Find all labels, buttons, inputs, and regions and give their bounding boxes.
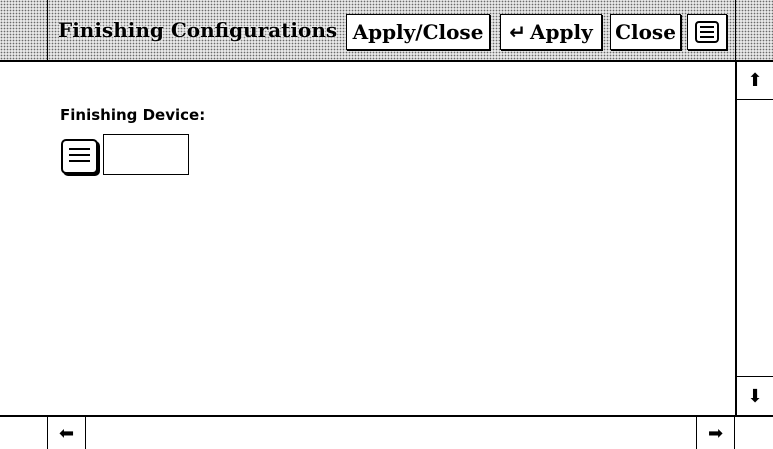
apply-button[interactable]: ↵ Apply xyxy=(500,14,602,50)
window-menu-button[interactable] xyxy=(687,14,727,50)
scroll-left-button[interactable]: ⬅ xyxy=(48,417,86,449)
apply-button-label: Apply xyxy=(530,20,593,44)
finishing-device-menu-icon[interactable] xyxy=(61,139,98,174)
arrow-down-icon: ⬇ xyxy=(747,385,763,407)
close-button[interactable]: Close xyxy=(610,14,681,50)
scroll-right-button[interactable]: ➡ xyxy=(696,417,735,449)
scroll-up-button[interactable]: ⬆ xyxy=(735,62,773,100)
apply-close-button[interactable]: Apply/Close xyxy=(346,14,490,50)
return-arrow-icon: ↵ xyxy=(509,20,527,44)
vertical-scrollbar[interactable] xyxy=(735,62,773,415)
arrow-up-icon: ⬆ xyxy=(747,70,763,91)
apply-close-button-label: Apply/Close xyxy=(352,20,484,44)
menu-icon xyxy=(695,21,719,43)
window: Finishing Configurations Apply/Close ↵ A… xyxy=(0,0,773,449)
finishing-device-field[interactable] xyxy=(103,134,189,175)
title-bar-divider xyxy=(735,0,736,62)
arrow-left-icon: ⬅ xyxy=(58,422,75,444)
window-title: Finishing Configurations xyxy=(58,18,338,42)
title-bar-divider xyxy=(47,0,48,62)
close-button-label: Close xyxy=(615,20,676,44)
scroll-down-button[interactable]: ⬇ xyxy=(735,376,773,415)
arrow-right-icon: ➡ xyxy=(707,422,724,444)
finishing-device-label: Finishing Device: xyxy=(60,106,206,124)
horizontal-scrollbar[interactable] xyxy=(0,415,773,449)
